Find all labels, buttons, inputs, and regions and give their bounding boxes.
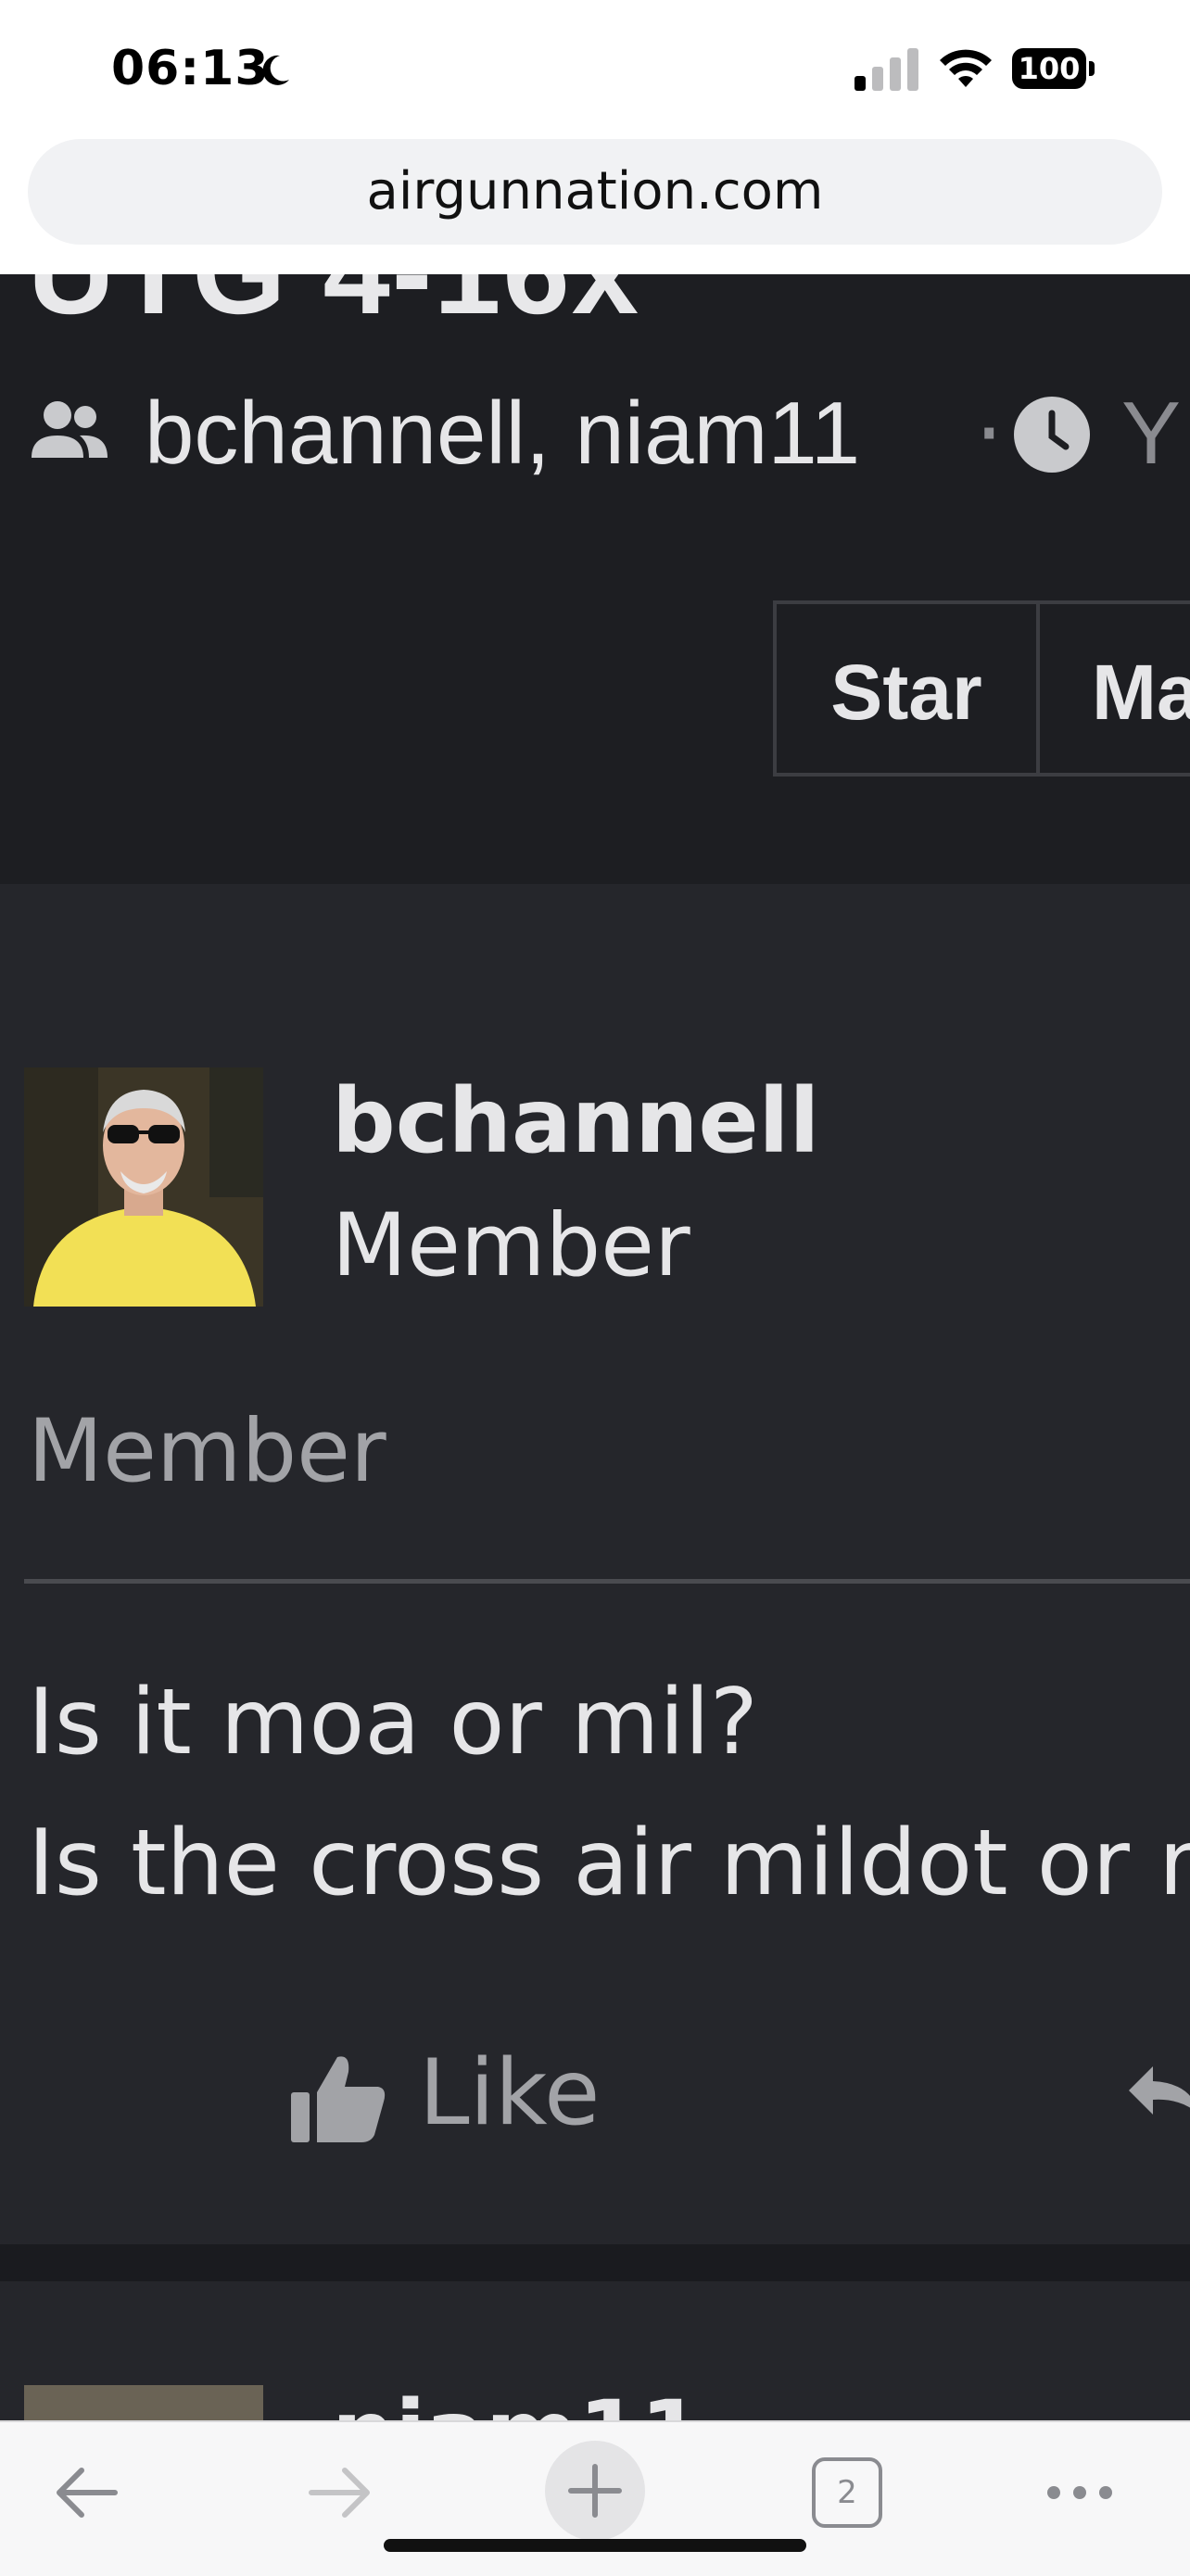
post-separator — [0, 2244, 1190, 2281]
wifi-icon — [940, 49, 992, 87]
users-icon — [32, 401, 108, 458]
address-bar[interactable]: airgunnation.com — [28, 139, 1162, 245]
thread-date[interactable]: Y — [1121, 378, 1181, 489]
forward-arrow-icon[interactable] — [302, 2448, 376, 2537]
role-banner: Member — [28, 1401, 386, 1502]
moon-icon — [262, 55, 289, 85]
home-indicator — [384, 2539, 806, 2552]
post-body-line: Is it moa or mil? — [28, 1670, 758, 1775]
meta-separator: · — [975, 382, 1004, 486]
reply-icon[interactable] — [1125, 2053, 1190, 2128]
like-label: Like — [419, 2040, 601, 2146]
thread-title: UTG 4-16x — [28, 274, 640, 341]
divider — [24, 1579, 1190, 1584]
battery-icon: 100 — [1012, 48, 1095, 89]
post-author[interactable]: bchannell — [332, 1069, 819, 1173]
battery-level: 100 — [1018, 51, 1081, 86]
mark-button[interactable]: Ma — [1036, 600, 1190, 777]
status-time: 06:13 — [111, 41, 270, 96]
status-bar: 06:13 100 — [0, 0, 1190, 139]
browser-toolbar: 2 — [0, 2420, 1190, 2576]
tabs-icon[interactable]: 2 — [812, 2457, 882, 2528]
signal-icon — [855, 48, 918, 91]
new-tab-plus-icon — [568, 2464, 622, 2518]
participants-list[interactable]: bchannell, niam11 — [145, 378, 860, 489]
clock-icon — [1014, 397, 1090, 473]
star-button[interactable]: Star — [773, 600, 1040, 777]
tabs-count: 2 — [837, 2474, 857, 2511]
avatar[interactable] — [24, 2385, 263, 2420]
avatar[interactable] — [24, 1067, 263, 1307]
post-author[interactable]: niam11 — [332, 2381, 703, 2420]
post-card: niam11 — [0, 2281, 1190, 2420]
back-arrow-icon[interactable] — [50, 2448, 124, 2537]
post-author-role: Member — [332, 1195, 690, 1296]
browser-address-area: airgunnation.com — [0, 139, 1190, 274]
new-tab-button[interactable] — [545, 2441, 645, 2541]
more-icon[interactable] — [1045, 2448, 1114, 2537]
address-bar-url[interactable]: airgunnation.com — [28, 139, 1162, 245]
post-card: bchannell Member Member Is it moa or mil… — [0, 884, 1190, 2244]
thumbs-up-icon — [291, 2056, 386, 2142]
post-body-line: Is the cross air mildot or m — [28, 1811, 1190, 1916]
thread-header: UTG 4-16x bchannell, niam11 · Y Star Ma — [0, 274, 1190, 884]
